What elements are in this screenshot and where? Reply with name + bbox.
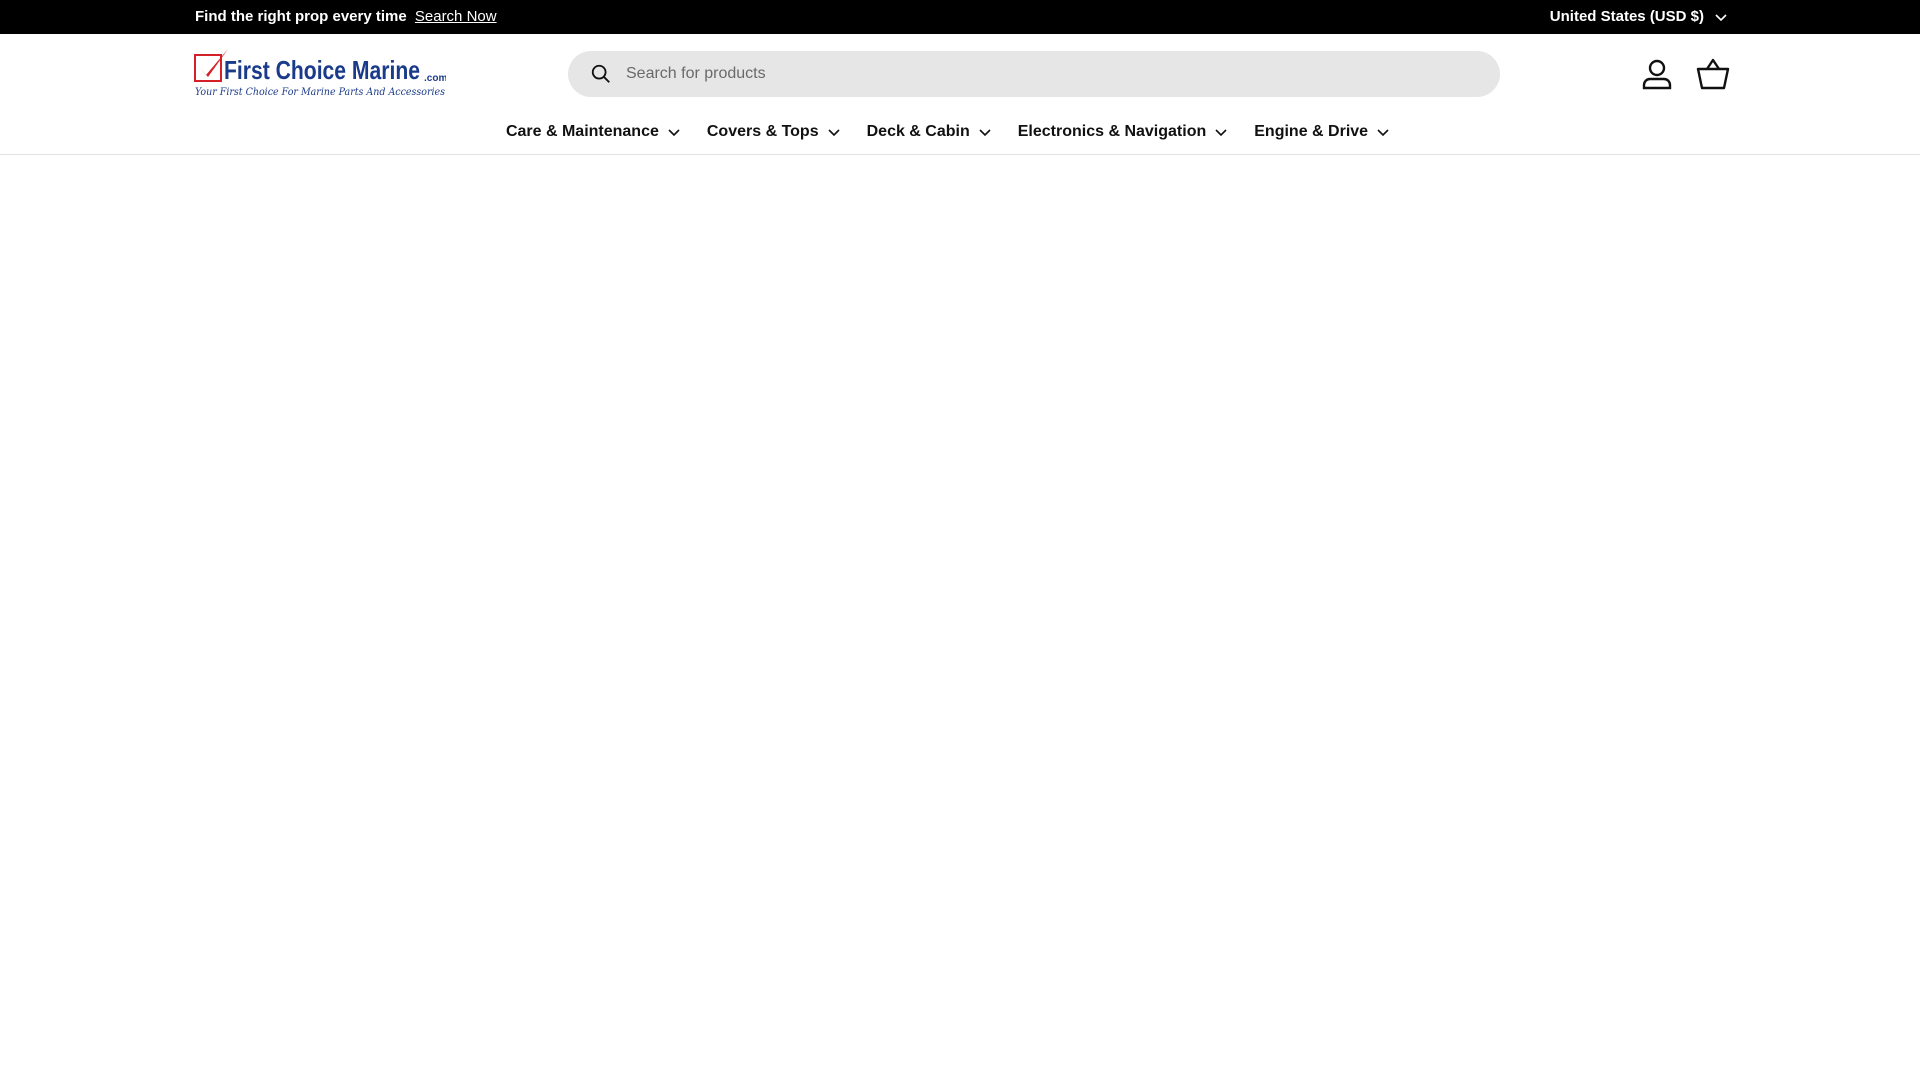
chevron-down-icon xyxy=(1715,13,1727,21)
svg-text:.com: .com xyxy=(424,73,446,84)
announcement-message: Find the right prop every time Search No… xyxy=(195,8,497,25)
search-bar[interactable] xyxy=(568,51,1500,97)
cart-icon[interactable] xyxy=(1696,58,1730,90)
nav-item-electronics-navigation[interactable]: Electronics & Navigation xyxy=(1018,114,1229,150)
site-header: First Choice Marine .com Your First Choi… xyxy=(0,34,1920,155)
chevron-down-icon xyxy=(1377,129,1389,137)
country-selector[interactable]: United States (USD $) xyxy=(1550,8,1728,25)
nav-item-label: Engine & Drive xyxy=(1254,123,1369,140)
nav-item-covers-tops[interactable]: Covers & Tops xyxy=(707,114,841,150)
chevron-down-icon xyxy=(979,129,991,137)
main-navigation: Care & Maintenance Covers & Tops Deck & … xyxy=(0,114,1920,150)
search-icon[interactable] xyxy=(590,63,612,85)
announcement-bar: Find the right prop every time Search No… xyxy=(0,0,1920,34)
account-icon[interactable] xyxy=(1641,58,1673,90)
chevron-down-icon xyxy=(668,129,680,137)
first-choice-marine-logo: First Choice Marine .com Your First Choi… xyxy=(194,49,446,98)
main-content xyxy=(0,156,1920,1080)
search-now-link[interactable]: Search Now xyxy=(415,8,497,25)
nav-item-label: Care & Maintenance xyxy=(505,123,659,140)
search-input[interactable] xyxy=(626,54,1466,94)
nav-item-care-maintenance[interactable]: Care & Maintenance xyxy=(506,114,681,150)
svg-text:Your First Choice For Marine P: Your First Choice For Marine Parts And A… xyxy=(195,86,446,98)
svg-text:First Choice Marine: First Choice Marine xyxy=(224,55,420,85)
chevron-down-icon xyxy=(1215,129,1227,137)
site-logo[interactable]: First Choice Marine .com Your First Choi… xyxy=(194,49,446,101)
announcement-text: Find the right prop every time xyxy=(195,8,407,25)
country-selector-label: United States (USD $) xyxy=(1549,8,1704,25)
nav-item-deck-cabin[interactable]: Deck & Cabin xyxy=(867,114,992,150)
nav-item-label: Electronics & Navigation xyxy=(1017,123,1207,140)
chevron-down-icon xyxy=(828,129,840,137)
nav-item-label: Covers & Tops xyxy=(706,123,819,140)
nav-item-label: Deck & Cabin xyxy=(866,123,970,140)
nav-item-engine-drive[interactable]: Engine & Drive xyxy=(1254,114,1390,150)
